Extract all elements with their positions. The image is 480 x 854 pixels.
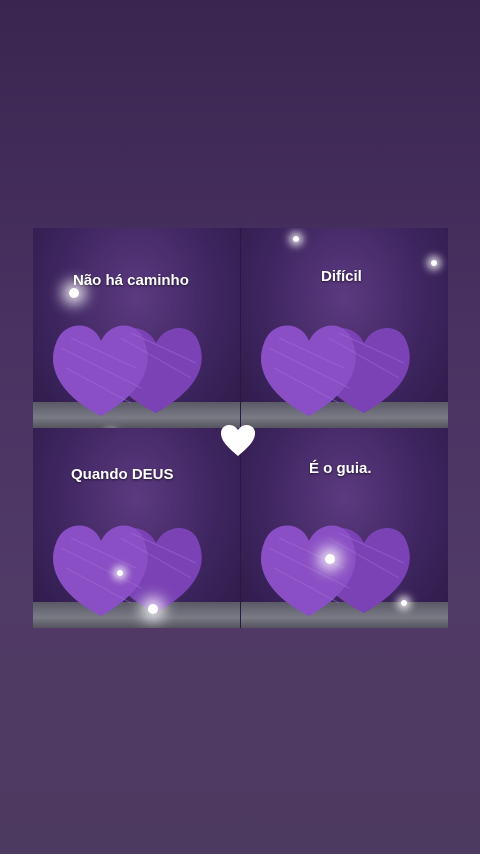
sparkle	[325, 554, 335, 564]
purple-hearts-image	[53, 525, 202, 616]
caption-bottom-right: É o guia.	[309, 460, 372, 477]
purple-hearts-image	[261, 525, 410, 616]
sparkle	[401, 600, 407, 606]
tile-top-right: Difícil	[241, 228, 448, 428]
sparkle	[117, 570, 123, 576]
sparkle	[148, 604, 158, 614]
sparkle	[293, 236, 299, 242]
caption-top-right: Difícil	[321, 268, 362, 285]
purple-hearts-image	[261, 325, 410, 416]
tile-bottom-right: É o guia.	[241, 428, 448, 628]
tile-top-left: Não há caminho	[33, 228, 240, 428]
heart-icon	[221, 425, 255, 456]
caption-top-left: Não há caminho	[73, 272, 189, 289]
caption-bottom-left: Quando DEUS	[71, 466, 174, 483]
tile-bottom-left: Quando DEUS	[33, 428, 240, 628]
sparkle	[431, 260, 437, 266]
sparkle	[69, 288, 79, 298]
purple-hearts-image	[53, 325, 202, 416]
